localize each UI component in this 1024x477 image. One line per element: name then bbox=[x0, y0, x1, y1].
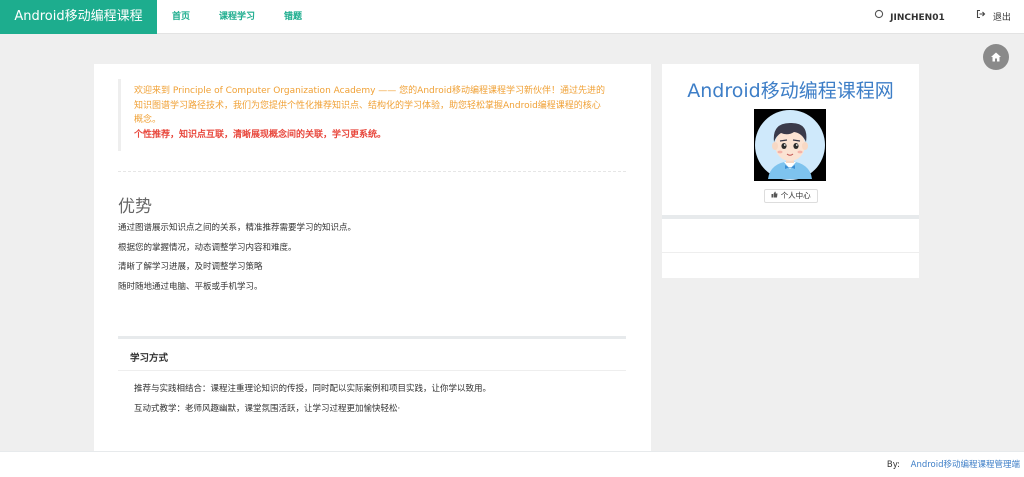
welcome-text: 欢迎来到 Principle of Computer Organization … bbox=[134, 86, 605, 125]
advantage-item: 通过图谱展示知识点之间的关系，精准推荐需要学习的知识点。 bbox=[118, 223, 357, 233]
welcome-blockquote: 欢迎来到 Principle of Computer Organization … bbox=[118, 79, 606, 151]
home-icon bbox=[991, 52, 1001, 62]
section-bar bbox=[118, 336, 626, 339]
logout-label: 退出 bbox=[992, 12, 1011, 23]
top-navbar: Android移动编程课程 首页 课程学习 错题 JINCHEN01 退出 bbox=[0, 0, 1024, 34]
sign-out-icon bbox=[976, 0, 986, 34]
home-float-button[interactable] bbox=[983, 44, 1009, 70]
personal-center-label: 个人中心 bbox=[780, 191, 811, 200]
logout-button[interactable]: 退出 bbox=[976, 0, 1011, 34]
nav-course-study[interactable]: 课程学习 bbox=[219, 0, 255, 34]
divider bbox=[118, 171, 626, 172]
thumbs-up-icon bbox=[771, 190, 778, 202]
method-item: 互动式教学：老师风趣幽默，课堂氛围活跃，让学习过程更加愉快轻松· bbox=[134, 404, 401, 414]
brand-logo[interactable]: Android移动编程课程 bbox=[0, 0, 157, 34]
nav-wrong-questions[interactable]: 错题 bbox=[284, 0, 302, 34]
advantage-item: 随时随地通过电脑、平板或手机学习。 bbox=[118, 281, 263, 292]
method-item: 推荐与实践相结合：课程注重理论知识的传授，同时配以实际案例和项目实践，让你学以致… bbox=[134, 384, 492, 394]
main-content-panel: 欢迎来到 Principle of Computer Organization … bbox=[94, 64, 651, 454]
user-circle-icon bbox=[874, 0, 884, 34]
welcome-highlight: 个性推荐，知识点互联，清晰展现概念间的关联，学习更系统。 bbox=[134, 129, 387, 140]
advantages-title: 优势 bbox=[118, 197, 152, 217]
learning-method-title: 学习方式 bbox=[130, 353, 169, 364]
admin-portal-link[interactable]: Android移动编程课程管理端 bbox=[911, 452, 1020, 477]
personal-center-button[interactable]: 个人中心 bbox=[764, 189, 818, 203]
user-menu[interactable]: JINCHEN01 bbox=[874, 0, 945, 34]
nav-home[interactable]: 首页 bbox=[172, 0, 190, 34]
learning-method-list: 推荐与实践相结合：课程注重理论知识的传授，同时配以实际案例和项目实践，让你学以致… bbox=[134, 383, 614, 423]
site-title: Android移动编程课程网 bbox=[687, 80, 894, 102]
divider bbox=[662, 252, 919, 253]
side-info-box bbox=[662, 219, 919, 278]
footer-by-label: By: bbox=[886, 460, 900, 470]
footer: By: Android移动编程课程管理端 bbox=[0, 451, 1024, 477]
advantages-list: 通过图谱展示知识点之间的关系，精准推荐需要学习的知识点。 根据您的掌握情况，动态… bbox=[118, 222, 368, 300]
username: JINCHEN01 bbox=[890, 12, 945, 23]
divider bbox=[118, 370, 626, 371]
profile-panel: Android移动编程课程网 个人中心 bbox=[662, 64, 919, 215]
advantage-item: 清晰了解学习进展，及时调整学习策略 bbox=[118, 262, 263, 272]
avatar bbox=[754, 109, 826, 181]
advantage-item: 根据您的掌握情况，动态调整学习内容和难度。 bbox=[118, 242, 297, 253]
